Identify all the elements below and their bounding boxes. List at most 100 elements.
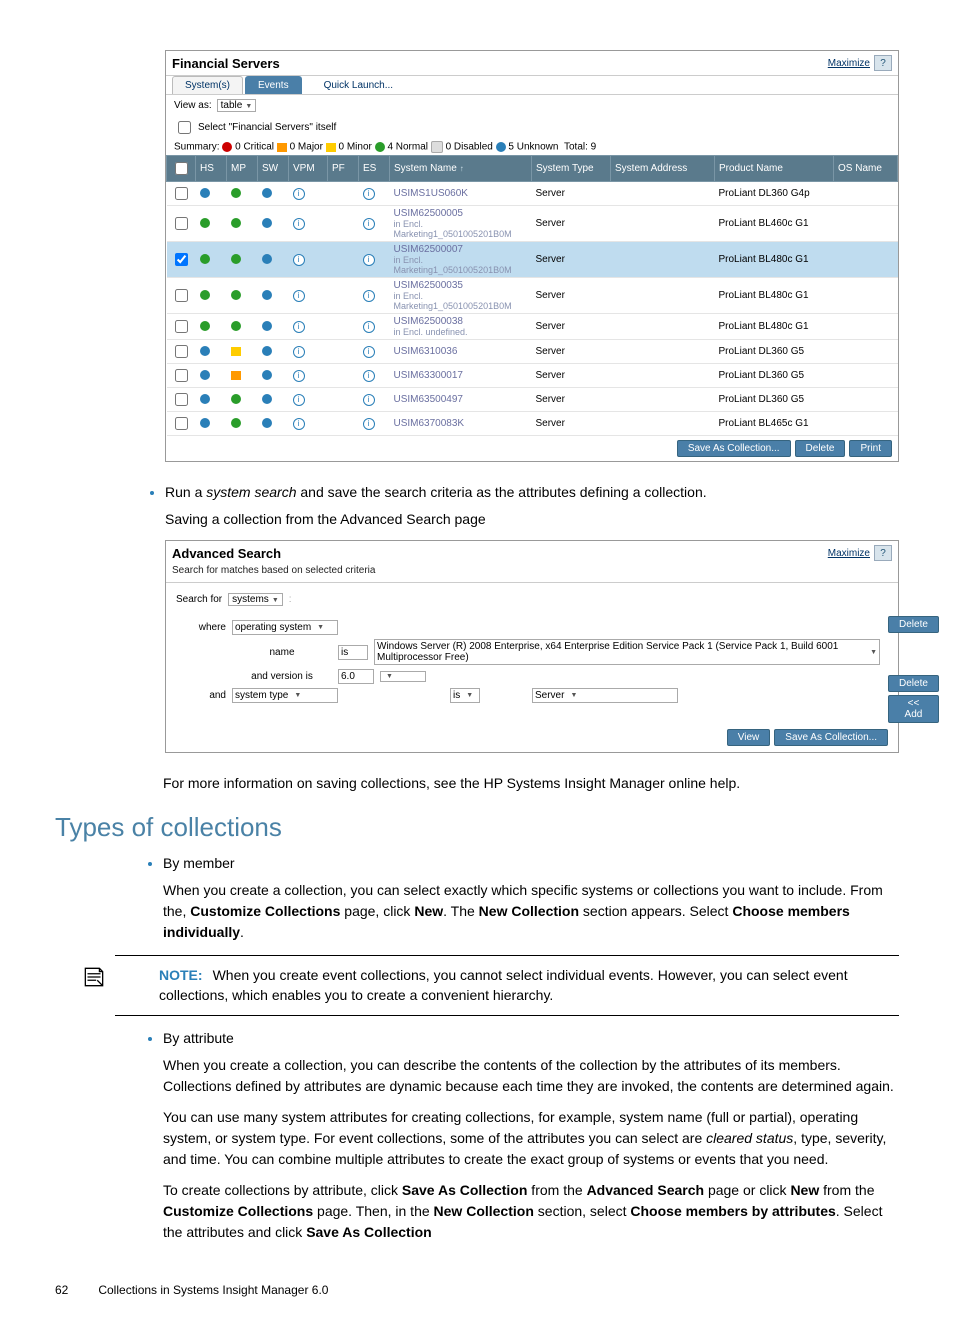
delete-button[interactable]: Delete [795, 440, 846, 457]
op-select-is-2[interactable]: is [450, 688, 480, 703]
table-row[interactable]: iiUSIM6370083KServerProLiant BL465c G1 [167, 412, 898, 436]
table-row[interactable]: iiUSIM6310036ServerProLiant DL360 G5 [167, 340, 898, 364]
normal-icon [200, 254, 210, 264]
table-row[interactable]: iiUSIM62500005in Encl. Marketing1_050100… [167, 206, 898, 242]
table-row[interactable]: iiUSIM62500038in Encl. undefined.ServerP… [167, 314, 898, 340]
system-name[interactable]: USIM63500497 [394, 394, 464, 405]
col-mp[interactable]: MP [227, 156, 258, 182]
major-icon [231, 371, 241, 380]
unknown-icon [262, 188, 272, 198]
col-system-name[interactable]: System Name↑ [390, 156, 532, 182]
col-hs[interactable]: HS [196, 156, 227, 182]
info-icon: i [293, 394, 305, 406]
note-label: NOTE: [159, 967, 203, 983]
row-checkbox[interactable] [175, 289, 188, 302]
select-all-checkbox[interactable] [175, 162, 188, 175]
adv-add-button[interactable]: << Add [888, 695, 939, 723]
product-name: ProLiant BL465c G1 [715, 412, 834, 436]
info-icon: i [293, 346, 305, 358]
table-row[interactable]: iiUSIM63300017ServerProLiant DL360 G5 [167, 364, 898, 388]
quick-launch-link[interactable]: Quick Launch... [304, 80, 393, 91]
info-icon: i [363, 188, 375, 200]
note-icon [81, 964, 107, 990]
col-vpm[interactable]: VPM [289, 156, 328, 182]
col-system-address[interactable]: System Address [611, 156, 715, 182]
version-op-select[interactable] [380, 671, 426, 682]
by-attr-label: By attribute [163, 1030, 234, 1046]
system-name[interactable]: USIM62500005 [394, 208, 464, 219]
disabled-icon [431, 141, 443, 153]
and-label: and [176, 690, 226, 701]
row-checkbox[interactable] [175, 187, 188, 200]
value-select-server[interactable]: Server [532, 688, 678, 703]
info-icon: i [293, 370, 305, 382]
col-os-name[interactable]: OS Name [834, 156, 898, 182]
col-sw[interactable]: SW [258, 156, 289, 182]
info-icon: i [363, 321, 375, 333]
product-name: ProLiant BL480c G1 [715, 242, 834, 278]
text-em: system search [206, 484, 296, 500]
print-button[interactable]: Print [849, 440, 892, 457]
row-checkbox[interactable] [175, 393, 188, 406]
table-row[interactable]: iiUSIM62500007in Encl. Marketing1_050100… [167, 242, 898, 278]
t: from the [527, 1182, 586, 1198]
system-address [611, 388, 715, 412]
normal-count: 4 Normal [387, 142, 428, 153]
adv-view-button[interactable]: View [727, 729, 771, 746]
total-count: Total: 9 [564, 142, 596, 153]
adv-maximize-link[interactable]: Maximize [828, 548, 870, 559]
row-checkbox[interactable] [175, 369, 188, 382]
normal-icon [200, 321, 210, 331]
system-name[interactable]: USIM62500007 [394, 244, 464, 255]
select-itself-checkbox[interactable] [178, 121, 191, 134]
row-checkbox[interactable] [175, 417, 188, 430]
row-checkbox[interactable] [175, 217, 188, 230]
save-as-collection-button[interactable]: Save As Collection... [677, 440, 791, 457]
system-name[interactable]: USIMS1US060K [394, 188, 468, 199]
row-checkbox[interactable] [175, 320, 188, 333]
col-product-name[interactable]: Product Name [715, 156, 834, 182]
unknown-icon [200, 346, 210, 356]
row-checkbox[interactable] [175, 345, 188, 358]
col-system-type[interactable]: System Type [532, 156, 611, 182]
adv-save-button[interactable]: Save As Collection... [774, 729, 888, 746]
t: Save As Collection [402, 1182, 528, 1198]
view-as-select[interactable]: table [217, 99, 257, 112]
system-type: Server [532, 242, 611, 278]
system-name[interactable]: USIM62500035 [394, 280, 464, 291]
row-checkbox[interactable] [175, 253, 188, 266]
system-address [611, 340, 715, 364]
unknown-icon [496, 142, 506, 152]
op-select-is[interactable]: is [338, 645, 368, 660]
table-row[interactable]: iiUSIMS1US060KServerProLiant DL360 G4p [167, 182, 898, 206]
col-es[interactable]: ES [359, 156, 390, 182]
os-name [834, 278, 898, 314]
field-select-systype[interactable]: system type [232, 688, 338, 703]
system-subline: in Encl. undefined. [394, 327, 528, 337]
help-button[interactable]: ? [874, 55, 892, 71]
system-subline: in Encl. Marketing1_0501005201B0M [394, 255, 528, 275]
search-for-select[interactable]: systems [228, 593, 283, 606]
system-name[interactable]: USIM63300017 [394, 370, 464, 381]
system-name[interactable]: USIM62500038 [394, 316, 464, 327]
value-select-os[interactable]: Windows Server (R) 2008 Enterprise, x64 … [374, 639, 880, 665]
product-name: ProLiant BL480c G1 [715, 278, 834, 314]
version-input[interactable] [338, 669, 374, 684]
maximize-link[interactable]: Maximize [828, 58, 870, 69]
t: New [414, 903, 443, 919]
field-select-os[interactable]: operating system [232, 620, 338, 635]
system-name[interactable]: USIM6370083K [394, 418, 465, 429]
tab-systems[interactable]: System(s) [172, 76, 243, 94]
adv-help-button[interactable]: ? [874, 545, 892, 561]
tab-events[interactable]: Events [245, 76, 302, 94]
adv-delete-button[interactable]: Delete [888, 616, 939, 633]
col-pf[interactable]: PF [328, 156, 359, 182]
product-name: ProLiant BL480c G1 [715, 314, 834, 340]
info-icon: i [363, 218, 375, 230]
normal-icon [231, 188, 241, 198]
system-name[interactable]: USIM6310036 [394, 346, 458, 357]
table-row[interactable]: iiUSIM63500497ServerProLiant DL360 G5 [167, 388, 898, 412]
table-row[interactable]: iiUSIM62500035in Encl. Marketing1_050100… [167, 278, 898, 314]
adv-delete2-button[interactable]: Delete [888, 675, 939, 692]
product-name: ProLiant DL360 G5 [715, 364, 834, 388]
